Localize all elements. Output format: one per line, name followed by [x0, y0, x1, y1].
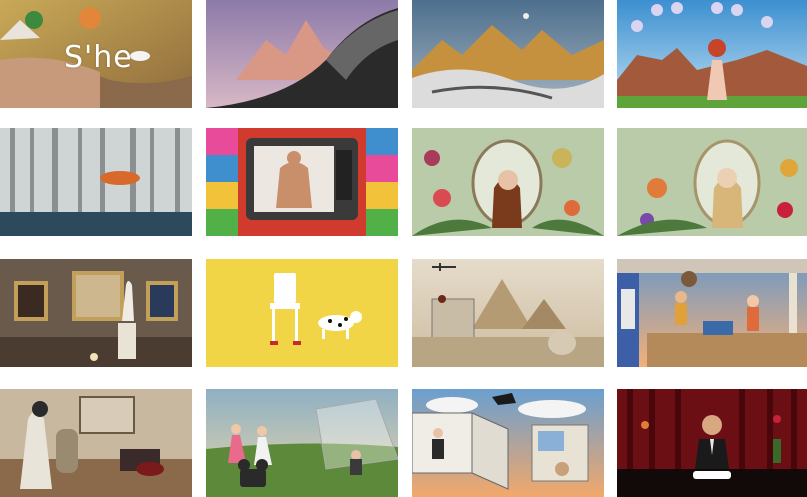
thumbnail-field-projector[interactable]	[206, 389, 398, 497]
thumbnail-tv-pop-art[interactable]	[206, 128, 398, 236]
pink-mountain-artwork	[206, 0, 398, 108]
thumbnail-she[interactable]: S'he	[0, 0, 192, 108]
pyramids-artwork	[412, 259, 604, 367]
thumbnail-surreal-bedroom[interactable]	[0, 389, 192, 497]
she-overlay-title: S'he	[64, 40, 133, 75]
thumbnail-yellow-chair-dalmatian[interactable]	[206, 259, 398, 367]
floral-redhead-artwork	[412, 128, 604, 236]
thumbnail-floral-arch-blonde[interactable]	[617, 128, 807, 236]
thumbnail-red-curtain-dinner[interactable]	[617, 389, 807, 497]
thumbnail-pink-mountain-body[interactable]	[206, 0, 398, 108]
golden-mountain-artwork	[412, 0, 604, 108]
thumbnail-grid: S'he	[0, 0, 807, 497]
foggy-forest-artwork	[0, 128, 192, 236]
floral-blonde-artwork	[617, 128, 807, 236]
red-curtain-artwork	[617, 389, 807, 497]
thumbnail-moon-phases-redhead[interactable]	[617, 0, 807, 108]
moon-phases-artwork	[617, 0, 807, 108]
surreal-bedroom-artwork	[0, 389, 192, 497]
field-projector-artwork	[206, 389, 398, 497]
thumbnail-floral-arch-redhead[interactable]	[412, 128, 604, 236]
tv-pop-art-artwork	[206, 128, 398, 236]
thumbnail-museum-gallery[interactable]	[0, 259, 192, 367]
yellow-chair-artwork	[206, 259, 398, 367]
thumbnail-porch-scene[interactable]	[617, 259, 807, 367]
sky-box-artwork	[412, 389, 604, 497]
thumbnail-pyramids-biplane[interactable]	[412, 259, 604, 367]
porch-artwork	[617, 259, 807, 367]
thumbnail-sky-box-room[interactable]	[412, 389, 604, 497]
thumbnail-foggy-forest[interactable]	[0, 128, 192, 236]
museum-artwork	[0, 259, 192, 367]
thumbnail-golden-mountain-body[interactable]	[412, 0, 604, 108]
